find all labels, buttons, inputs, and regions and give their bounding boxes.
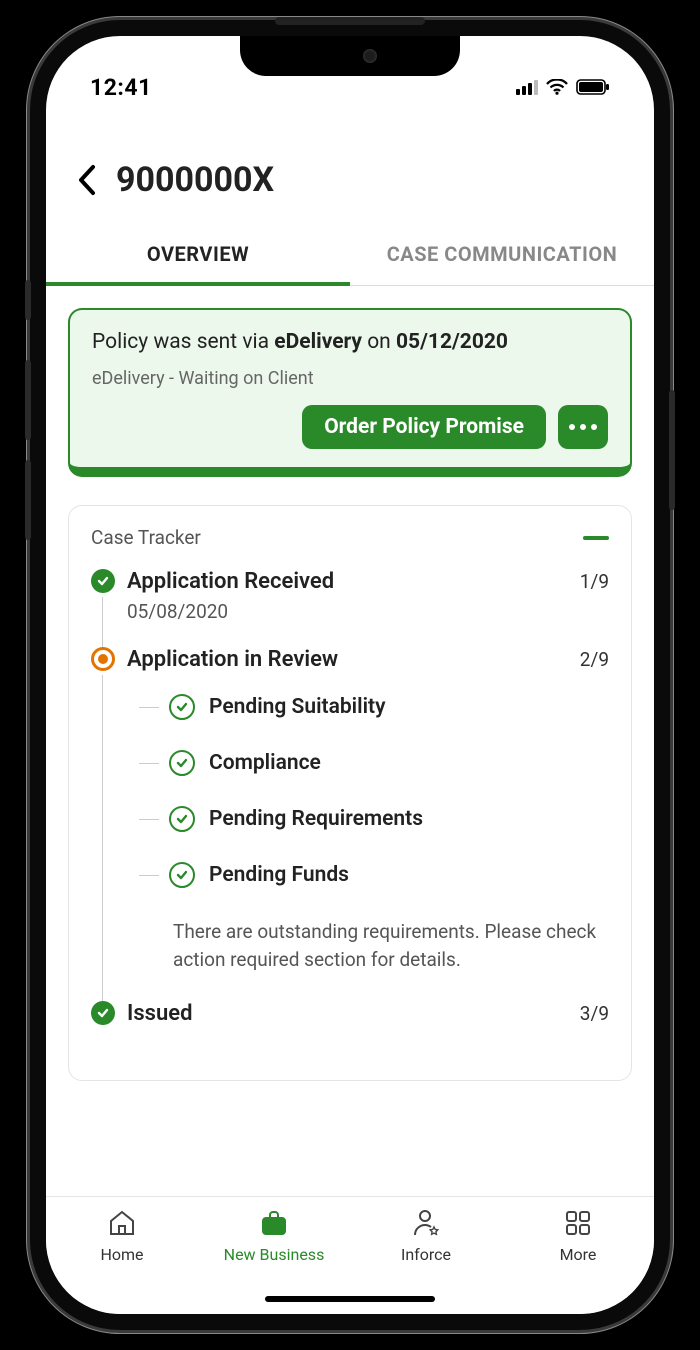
camera-dot — [363, 49, 377, 63]
substep-compliance: Compliance — [169, 750, 609, 776]
case-tracker-card: Case Tracker Application Received 1/9 05… — [68, 505, 632, 1081]
device-notch — [240, 36, 460, 76]
tracker-step-review: Application in Review 2/9 Pending Suitab… — [91, 647, 609, 973]
more-actions-button[interactable] — [558, 405, 608, 449]
substep-requirements: Pending Requirements — [169, 806, 609, 832]
tracker-step-issued: Issued 3/9 — [91, 1001, 609, 1026]
nav-home[interactable]: Home — [46, 1207, 198, 1314]
tracker-step-received: Application Received 1/9 05/08/2020 — [91, 569, 609, 623]
check-ring-icon — [169, 750, 195, 776]
notice-text: Policy was sent via eDelivery on 05/12/2… — [92, 330, 608, 354]
substep-note: There are outstanding requirements. Plea… — [169, 918, 609, 973]
home-icon — [107, 1207, 137, 1239]
tab-case-communication[interactable]: CASE COMMUNICATION — [350, 226, 654, 285]
grid-icon — [563, 1207, 593, 1239]
battery-icon — [576, 79, 610, 95]
check-circle-icon — [91, 569, 115, 593]
page-title: 9000000X — [116, 160, 274, 200]
wifi-icon — [546, 79, 568, 95]
notice-status: eDelivery - Waiting on Client — [92, 368, 608, 389]
check-ring-icon — [169, 806, 195, 832]
nav-more[interactable]: More — [502, 1207, 654, 1314]
signal-icon — [516, 79, 538, 95]
check-circle-icon — [91, 1001, 115, 1025]
tab-bar: OVERVIEW CASE COMMUNICATION — [46, 226, 654, 286]
page-header: 9000000X — [46, 116, 654, 226]
status-time: 12:41 — [90, 74, 152, 101]
briefcase-icon — [259, 1207, 289, 1239]
check-ring-icon — [169, 694, 195, 720]
back-button[interactable] — [76, 164, 98, 196]
substep-funds: Pending Funds — [169, 862, 609, 888]
case-tracker-title: Case Tracker — [91, 526, 201, 549]
home-indicator — [265, 1296, 435, 1302]
check-ring-icon — [169, 862, 195, 888]
order-policy-promise-button[interactable]: Order Policy Promise — [302, 405, 546, 449]
current-step-icon — [91, 647, 115, 671]
person-star-icon — [411, 1207, 441, 1239]
tab-overview[interactable]: OVERVIEW — [46, 226, 350, 286]
substep-suitability: Pending Suitability — [169, 694, 609, 720]
collapse-icon[interactable] — [583, 536, 609, 540]
policy-notice-card: Policy was sent via eDelivery on 05/12/2… — [68, 308, 632, 477]
